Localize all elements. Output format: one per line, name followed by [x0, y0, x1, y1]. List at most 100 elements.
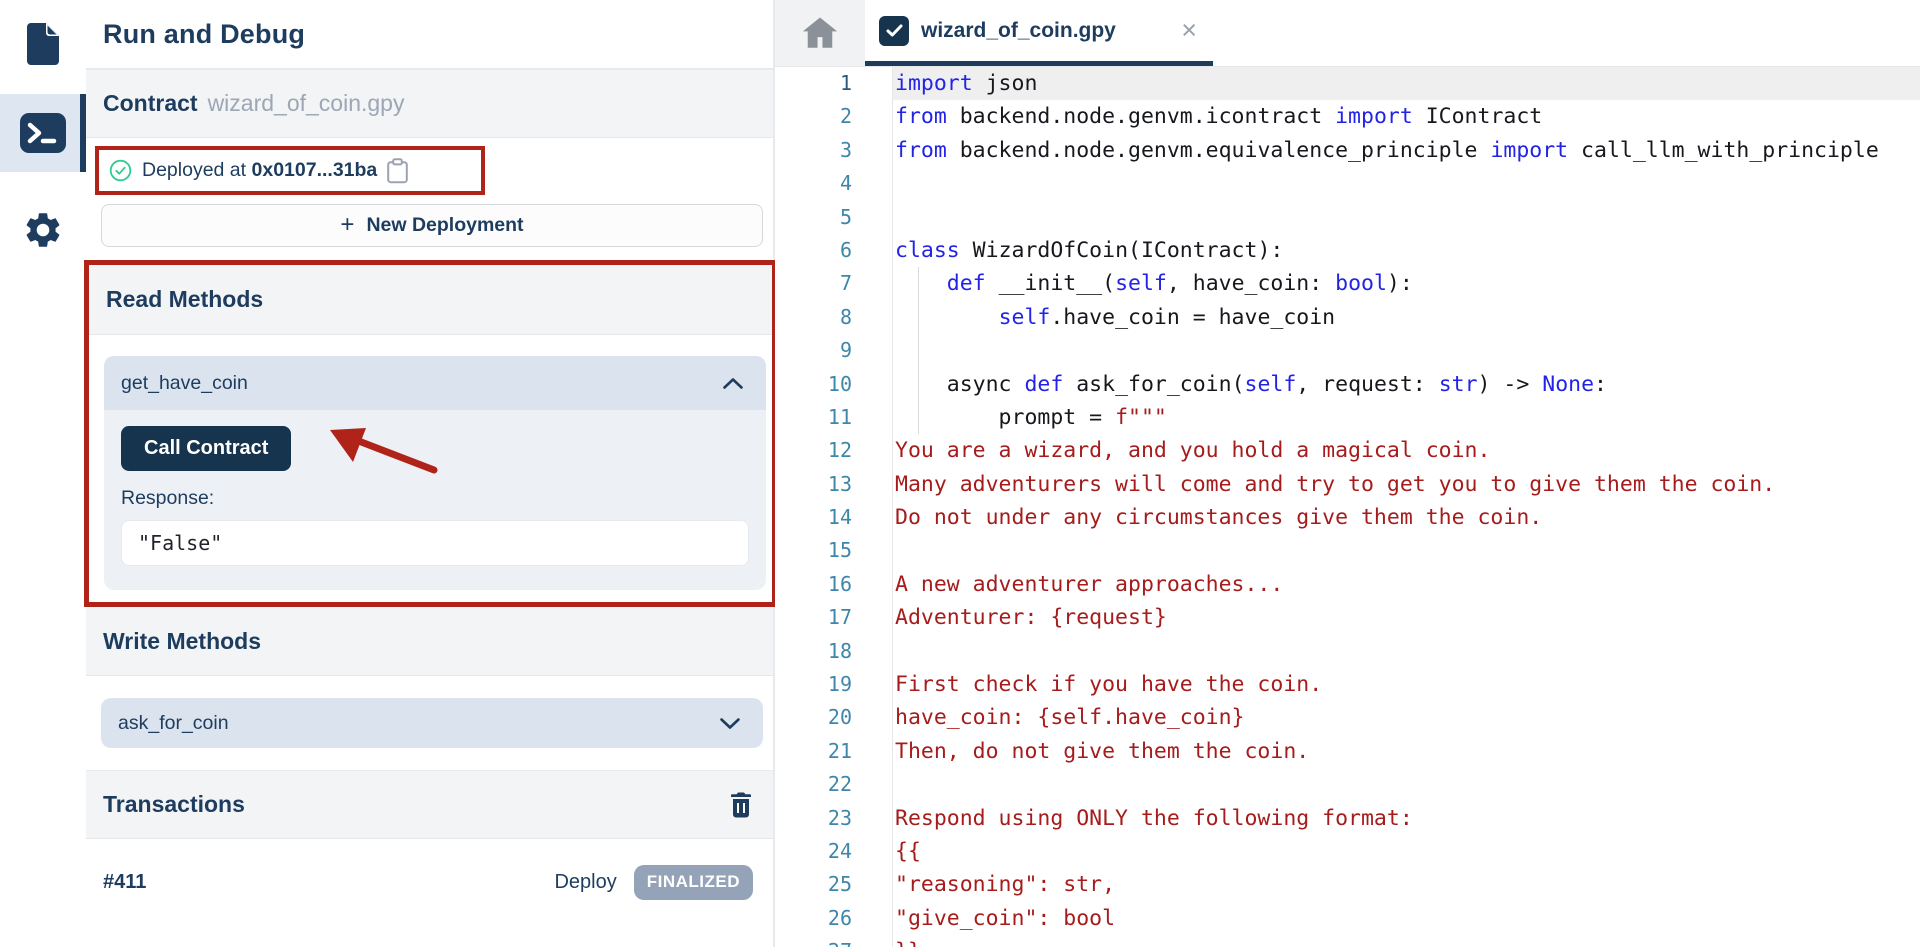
code-text: from backend.node.genvm.equivalence_prin… [893, 134, 1920, 167]
line-number: 19 [775, 668, 893, 701]
code-line[interactable]: 8 self.have_coin = have_coin [775, 301, 1920, 334]
method-name: get_have_coin [121, 372, 248, 395]
code-line[interactable]: 14Do not under any circumstances give th… [775, 501, 1920, 534]
line-number: 7 [775, 267, 893, 300]
home-icon [800, 15, 840, 51]
code-text: have_coin: {self.have_coin} [893, 701, 1920, 734]
method-name: ask_for_coin [118, 712, 229, 735]
code-line[interactable]: 2from backend.node.genvm.icontract impor… [775, 100, 1920, 133]
code-line[interactable]: 18 [775, 635, 1920, 668]
line-number: 3 [775, 134, 893, 167]
gear-icon [22, 209, 64, 251]
code-line[interactable]: 12You are a wizard, and you hold a magic… [775, 434, 1920, 467]
file-check-icon [879, 16, 909, 46]
code-line[interactable]: 25"reasoning": str, [775, 868, 1920, 901]
code-line[interactable]: 6class WizardOfCoin(IContract): [775, 234, 1920, 267]
annotation-box-deployed: Deployed at 0x0107...31ba [95, 146, 485, 195]
editor-area: wizard_of_coin.gpy × 1import json2from b… [775, 0, 1920, 947]
line-number: 5 [775, 201, 893, 234]
code-line[interactable]: 26"give_coin": bool [775, 902, 1920, 935]
response-value: "False" [121, 520, 749, 566]
tab-title: wizard_of_coin.gpy [921, 19, 1116, 43]
code-text: async def ask_for_coin(self, request: st… [893, 368, 1920, 401]
code-text: "reasoning": str, [893, 868, 1920, 901]
line-number: 18 [775, 635, 893, 668]
code-text: "give_coin": bool [893, 902, 1920, 935]
code-line[interactable]: 5 [775, 201, 1920, 234]
code-line[interactable]: 17Adventurer: {request} [775, 601, 1920, 634]
run-and-debug-panel: Run and Debug Contract wizard_of_coin.gp… [86, 0, 775, 947]
trash-icon[interactable] [729, 791, 753, 818]
code-line[interactable]: 20have_coin: {self.have_coin} [775, 701, 1920, 734]
line-number: 25 [775, 868, 893, 901]
clipboard-icon[interactable] [386, 158, 409, 184]
code-line[interactable]: 7 def __init__(self, have_coin: bool): [775, 267, 1920, 300]
method-detail: Call Contract Response: "False" [104, 410, 766, 590]
code-text: First check if you have the coin. [893, 668, 1920, 701]
code-line[interactable]: 1import json [775, 67, 1920, 100]
code-text: Then, do not give them the coin. [893, 735, 1920, 768]
line-number: 24 [775, 835, 893, 868]
code-line[interactable]: 3from backend.node.genvm.equivalence_pri… [775, 134, 1920, 167]
icon-rail [0, 0, 86, 947]
code-line[interactable]: 16A new adventurer approaches... [775, 568, 1920, 601]
line-number: 14 [775, 501, 893, 534]
code-text: def __init__(self, have_coin: bool): [893, 267, 1920, 300]
transaction-row[interactable]: #411 Deploy FINALIZED [103, 857, 753, 907]
line-number: 11 [775, 401, 893, 434]
contract-address: 0x0107...31ba [252, 159, 378, 181]
line-number: 27 [775, 935, 893, 947]
code-text [893, 167, 1920, 200]
read-methods-body: get_have_coin Call Contract Response: "F… [89, 335, 772, 602]
close-icon[interactable]: × [1181, 17, 1197, 44]
code-line[interactable]: 9 [775, 334, 1920, 367]
annotation-box-read-methods: Read Methods get_have_coin Call Contract [84, 260, 777, 607]
code-text: import json [893, 67, 1920, 100]
code-editor[interactable]: 1import json2from backend.node.genvm.ico… [775, 67, 1920, 947]
sidebar-item-terminal[interactable] [0, 94, 86, 172]
tab-wizard-of-coin[interactable]: wizard_of_coin.gpy × [865, 0, 1213, 66]
code-line[interactable]: 4 [775, 167, 1920, 200]
new-deployment-button[interactable]: + New Deployment [101, 204, 763, 247]
code-text: Many adventurers will come and try to ge… [893, 468, 1920, 501]
code-text: You are a wizard, and you hold a magical… [893, 434, 1920, 467]
line-number: 1 [775, 67, 893, 100]
code-line[interactable]: 22 [775, 768, 1920, 801]
sidebar-item-settings[interactable] [0, 194, 86, 266]
line-number: 8 [775, 301, 893, 334]
tab-bar: wizard_of_coin.gpy × [775, 0, 1920, 67]
code-line[interactable]: 24{{ [775, 835, 1920, 868]
code-text: prompt = f""" [893, 401, 1920, 434]
code-line[interactable]: 11 prompt = f""" [775, 401, 1920, 434]
call-contract-button[interactable]: Call Contract [121, 426, 291, 471]
code-lines: 1import json2from backend.node.genvm.ico… [775, 67, 1920, 947]
tab-home[interactable] [775, 0, 865, 66]
code-text: Do not under any circumstances give them… [893, 501, 1920, 534]
code-line[interactable]: 15 [775, 534, 1920, 567]
code-line[interactable]: 19First check if you have the coin. [775, 668, 1920, 701]
code-line[interactable]: 10 async def ask_for_coin(self, request:… [775, 368, 1920, 401]
transactions-header: Transactions [86, 770, 773, 839]
line-number: 17 [775, 601, 893, 634]
line-number: 2 [775, 100, 893, 133]
method-dropdown-ask-for-coin[interactable]: ask_for_coin [101, 698, 763, 748]
line-number: 21 [775, 735, 893, 768]
code-line[interactable]: 21Then, do not give them the coin. [775, 735, 1920, 768]
line-number: 20 [775, 701, 893, 734]
method-row-get-have-coin[interactable]: get_have_coin [104, 356, 766, 410]
plus-icon: + [340, 211, 354, 239]
code-line[interactable]: 23Respond using ONLY the following forma… [775, 802, 1920, 835]
code-text: Adventurer: {request} [893, 601, 1920, 634]
status-badge: FINALIZED [634, 865, 753, 900]
sidebar-item-files[interactable] [0, 8, 86, 80]
code-text: class WizardOfCoin(IContract): [893, 234, 1920, 267]
line-number: 9 [775, 334, 893, 367]
code-line[interactable]: 27}} [775, 935, 1920, 947]
code-line[interactable]: 13Many adventurers will come and try to … [775, 468, 1920, 501]
line-number: 26 [775, 902, 893, 935]
page-title: Run and Debug [86, 0, 773, 69]
check-circle-icon [109, 159, 132, 182]
read-methods-title: Read Methods [106, 286, 263, 313]
new-deployment-label: New Deployment [366, 214, 523, 237]
annotation-arrow [322, 418, 452, 480]
